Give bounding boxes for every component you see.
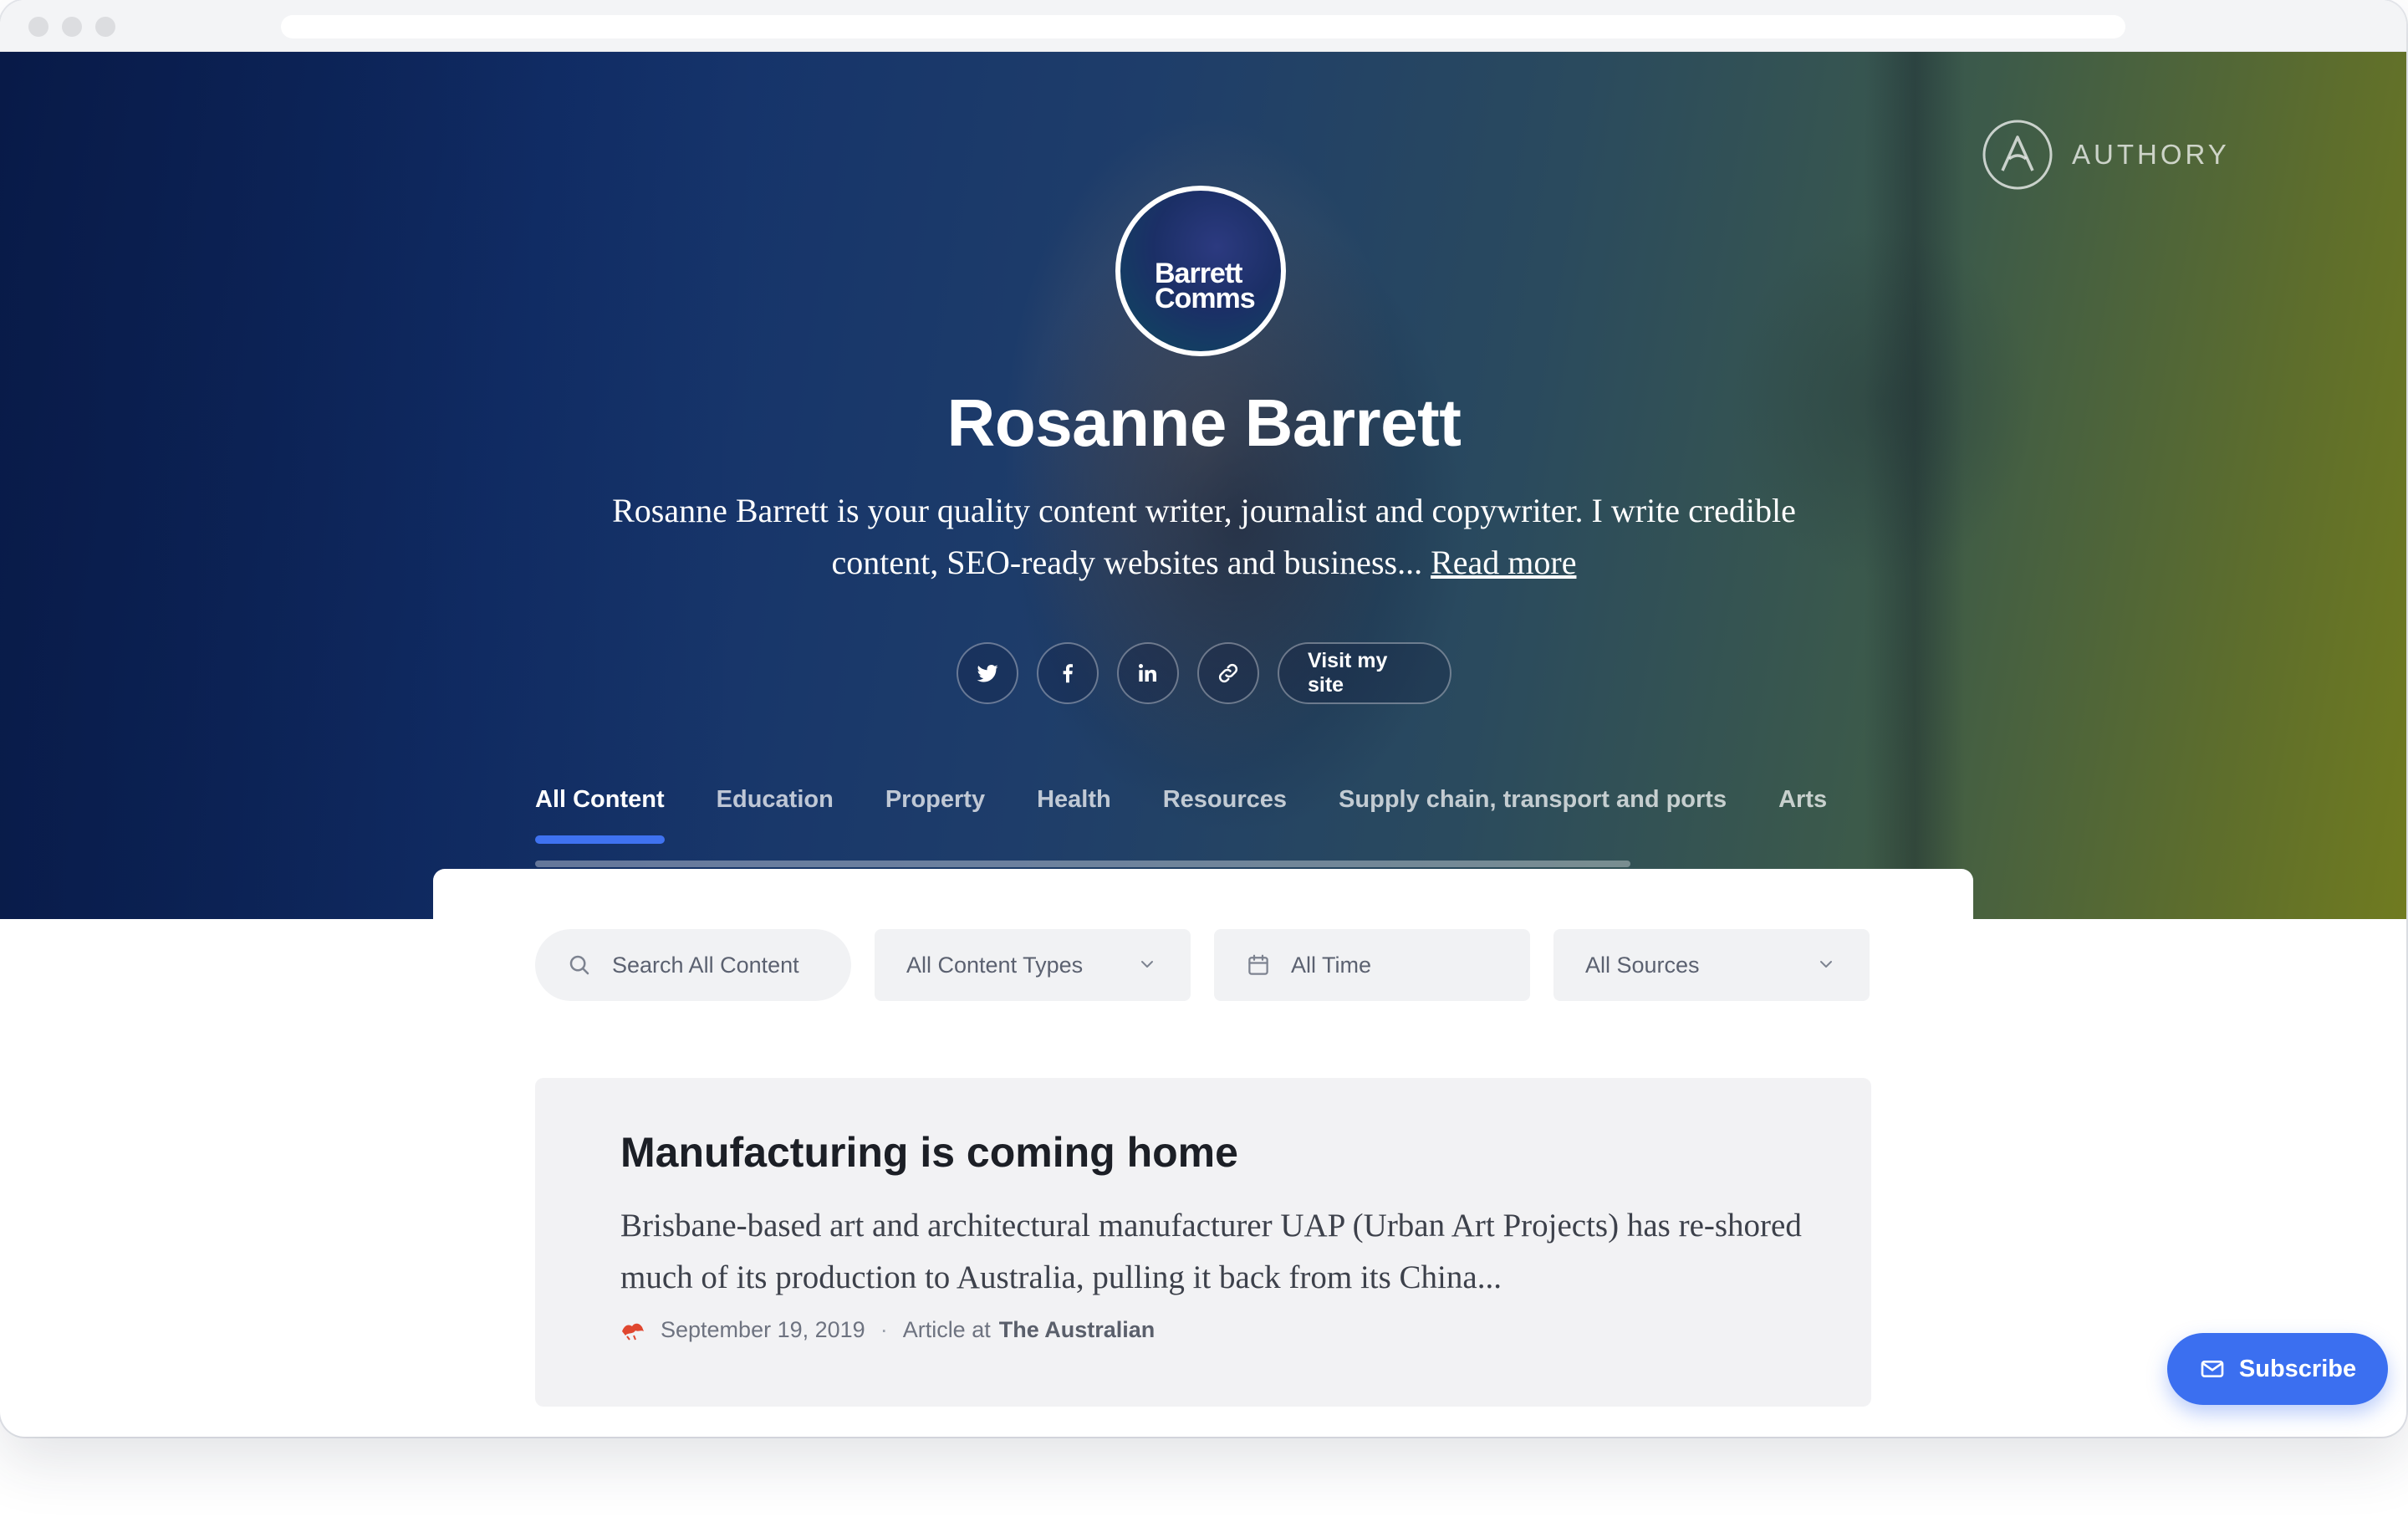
authory-logo-icon [1982,120,2053,190]
tab-health[interactable]: Health [1037,786,1111,844]
tab-arts[interactable]: Arts [1778,786,1827,844]
article-source[interactable]: The Australian [999,1317,1156,1343]
visit-site-button[interactable]: Visit my site [1278,642,1451,704]
mail-icon [2201,1361,2224,1377]
category-tabs: All Content Education Property Health Re… [535,786,1827,853]
content-types-dropdown[interactable]: All Content Types [875,929,1191,1001]
authory-brand[interactable]: AUTHORY [1982,117,2230,192]
search-icon [569,955,589,975]
address-bar[interactable] [281,15,2125,38]
read-more-link[interactable]: Read more [1431,544,1576,581]
sources-value: All Sources [1585,952,1700,978]
article-type: Article at [902,1317,991,1342]
subscribe-label: Subscribe [2238,1355,2357,1382]
chevron-down-icon [1141,961,1153,968]
website-link-button[interactable] [1197,642,1259,704]
content-types-value: All Content Types [906,952,1084,978]
meta-separator: · [880,1317,888,1342]
profile-name: Rosanne Barrett [946,386,1462,460]
profile-bio-text: Rosanne Barrett is your quality content … [612,492,1796,581]
article-card[interactable]: Manufacturing is coming home Brisbane-ba… [535,1078,1871,1407]
profile-hero: AUTHORY Barrett Comms Rosanne Barrett Ro… [0,52,2406,919]
tabs-scrollbar[interactable] [535,861,1630,867]
time-range-value: All Time [1291,952,1372,978]
tab-property[interactable]: Property [885,786,985,844]
tab-education[interactable]: Education [717,786,834,844]
window-minimize-button[interactable] [62,17,82,37]
link-icon [1218,663,1238,683]
article-meta: September 19, 2019 · Article at The Aust… [620,1317,1155,1343]
subscribe-button[interactable]: Subscribe [2167,1333,2388,1405]
tab-all-content[interactable]: All Content [535,786,665,844]
calendar-icon [1248,954,1268,975]
search-placeholder: Search All Content [612,952,799,978]
filter-bar: Search All Content All Content Types All… [535,929,1870,1001]
tab-resources[interactable]: Resources [1163,786,1287,844]
facebook-icon [1063,664,1073,683]
browser-chrome [0,0,2406,52]
profile-bio: Rosanne Barrett is your quality content … [585,485,1823,589]
article-title[interactable]: Manufacturing is coming home [620,1128,1238,1177]
time-range-picker[interactable]: All Time [1214,929,1530,1001]
browser-window: AUTHORY Barrett Comms Rosanne Barrett Ro… [0,0,2406,1437]
window-close-button[interactable] [28,17,48,37]
search-input[interactable]: Search All Content [535,929,851,1001]
facebook-button[interactable] [1037,642,1099,704]
linkedin-button[interactable] [1117,642,1179,704]
linkedin-icon [1139,664,1156,682]
the-australian-logo-icon [622,1323,644,1341]
authory-wordmark: AUTHORY [2072,139,2230,170]
window-maximize-button[interactable] [95,17,115,37]
profile-avatar: Barrett Comms [1115,186,1286,356]
chevron-down-icon [1820,961,1832,968]
hero-photo-doorframe [1865,52,1965,919]
article-date: September 19, 2019 [661,1317,865,1342]
article-excerpt: Brisbane-based art and architectural man… [620,1208,1802,1295]
social-links: Visit my site [957,642,1451,704]
sources-dropdown[interactable]: All Sources [1553,929,1870,1001]
tab-supply-chain[interactable]: Supply chain, transport and ports [1339,786,1727,844]
twitter-icon [977,664,998,682]
twitter-button[interactable] [957,642,1018,704]
avatar-text-line-2: Comms [1155,283,1256,314]
